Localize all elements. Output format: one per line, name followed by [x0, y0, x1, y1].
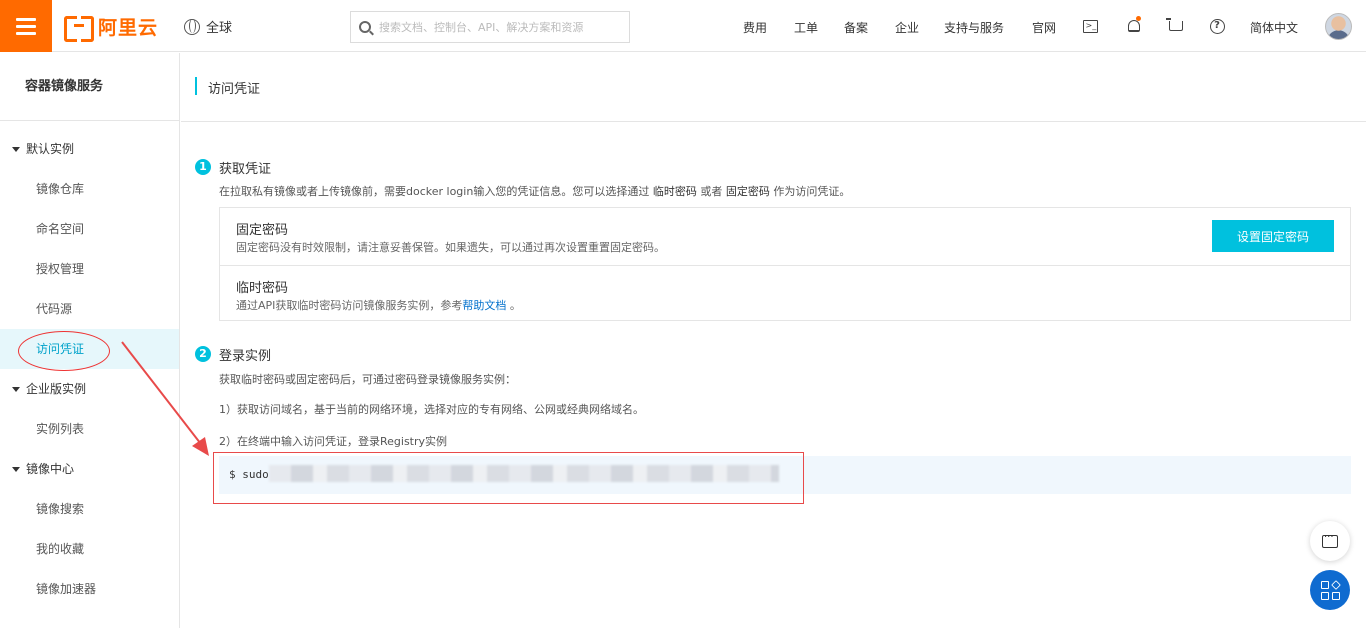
- apps-button[interactable]: [1310, 570, 1350, 610]
- search-box[interactable]: [350, 11, 630, 43]
- language-selector[interactable]: 简体中文: [1250, 19, 1298, 36]
- step-2-line-2: 2）在终端中输入访问凭证，登录Registry实例: [219, 435, 448, 448]
- search-icon: [359, 21, 371, 33]
- cart-button[interactable]: [1166, 18, 1184, 34]
- caret-down-icon: [12, 466, 20, 472]
- region-label: 全球: [206, 21, 233, 36]
- notifications-button[interactable]: [1126, 16, 1142, 34]
- nav-official-site[interactable]: 官网: [1032, 19, 1056, 36]
- terminal-button[interactable]: >_: [1082, 18, 1098, 34]
- page-header: 访问凭证: [181, 53, 1366, 122]
- step-1-description: 在拉取私有镜像或者上传镜像前，需要docker login输入您的凭证信息。您可…: [219, 185, 851, 198]
- annotation-box: [213, 452, 804, 504]
- sidebar-title: 容器镜像服务: [0, 53, 179, 121]
- sidebar-item-favorites[interactable]: 我的收藏: [0, 529, 179, 569]
- sidebar-item-namespaces[interactable]: 命名空间: [0, 209, 179, 249]
- nav-enterprise[interactable]: 企业: [895, 19, 919, 36]
- avatar[interactable]: [1325, 13, 1352, 40]
- hamburger-menu-icon[interactable]: [0, 0, 52, 52]
- title-accent-bar: [195, 77, 197, 95]
- temporary-password-title: 临时密码: [236, 281, 289, 296]
- sidebar-group-label: 镜像中心: [26, 462, 75, 476]
- sidebar-group-enterprise-instance[interactable]: 企业版实例: [0, 369, 179, 409]
- annotation-circle: [18, 331, 110, 371]
- sidebar-item-accelerator[interactable]: 镜像加速器: [0, 569, 179, 609]
- sidebar-item-instance-list[interactable]: 实例列表: [0, 409, 179, 449]
- sidebar-group-label: 企业版实例: [26, 382, 87, 396]
- fixed-password-row: 固定密码 固定密码没有时效限制，请注意妥善保管。如果遗失，可以通过再次设置重置固…: [220, 208, 1350, 265]
- sidebar-item-access-credentials[interactable]: 访问凭证: [0, 329, 179, 371]
- apps-icon: [1321, 581, 1329, 589]
- step-1-badge: 1: [195, 159, 211, 175]
- fixed-password-description: 固定密码没有时效限制，请注意妥善保管。如果遗失，可以通过再次设置重置固定密码。: [236, 241, 665, 254]
- temporary-password-description: 通过API获取临时密码访问镜像服务实例，参考帮助文档 。: [236, 299, 521, 312]
- sidebar-item-authorization[interactable]: 授权管理: [0, 249, 179, 289]
- region-selector[interactable]: 全球: [184, 17, 232, 36]
- caret-down-icon: [12, 146, 20, 152]
- aliyun-logo[interactable]: 阿里云: [64, 14, 159, 42]
- help-icon: ?: [1209, 18, 1225, 34]
- sidebar-group-image-center[interactable]: 镜像中心: [0, 449, 179, 489]
- feedback-chat-button[interactable]: [1310, 521, 1350, 561]
- nav-icp[interactable]: 备案: [844, 19, 868, 36]
- help-doc-link[interactable]: 帮助文档: [462, 299, 506, 312]
- globe-icon: [184, 18, 200, 35]
- set-fixed-password-button[interactable]: 设置固定密码: [1212, 220, 1334, 252]
- step-2-title: 登录实例: [219, 349, 272, 364]
- help-button[interactable]: ?: [1209, 18, 1225, 34]
- top-bar: 阿里云 全球 费用 工单 备案 企业 支持与服务 官网 >_ ? 简体中文: [0, 0, 1366, 52]
- step-1-title: 获取凭证: [219, 162, 272, 177]
- nav-tickets[interactable]: 工单: [794, 19, 818, 36]
- bell-icon: [1128, 16, 1141, 32]
- sidebar: 容器镜像服务 默认实例 镜像仓库 命名空间 授权管理 代码源 访问凭证 企业版实…: [0, 53, 180, 628]
- fixed-password-title: 固定密码: [236, 223, 289, 238]
- step-2-description: 获取临时密码或固定密码后，可通过密码登录镜像服务实例：: [219, 373, 516, 386]
- nav-billing[interactable]: 费用: [743, 19, 767, 36]
- sidebar-item-image-search[interactable]: 镜像搜索: [0, 489, 179, 529]
- caret-down-icon: [12, 386, 20, 392]
- sidebar-item-repositories[interactable]: 镜像仓库: [0, 169, 179, 209]
- search-input[interactable]: [379, 20, 619, 34]
- nav-support[interactable]: 支持与服务: [944, 19, 1004, 36]
- sidebar-group-default-instance[interactable]: 默认实例: [0, 129, 179, 169]
- temporary-password-row: 临时密码 通过API获取临时密码访问镜像服务实例，参考帮助文档 。: [220, 265, 1350, 322]
- page-title: 访问凭证: [208, 82, 261, 97]
- step-2-badge: 2: [195, 346, 211, 362]
- sidebar-group-label: 默认实例: [26, 142, 75, 156]
- credentials-panel: 固定密码 固定密码没有时效限制，请注意妥善保管。如果遗失，可以通过再次设置重置固…: [219, 207, 1351, 321]
- sidebar-item-code-source[interactable]: 代码源: [0, 289, 179, 329]
- chat-icon: [1322, 532, 1338, 548]
- cart-icon: [1166, 18, 1183, 31]
- aliyun-logo-icon: [64, 16, 94, 42]
- logo-text: 阿里云: [98, 16, 159, 39]
- terminal-icon: >_: [1082, 19, 1098, 33]
- step-2-line-1: 1）获取访问域名，基于当前的网络环境，选择对应的专有网络、公网或经典网络域名。: [219, 403, 644, 416]
